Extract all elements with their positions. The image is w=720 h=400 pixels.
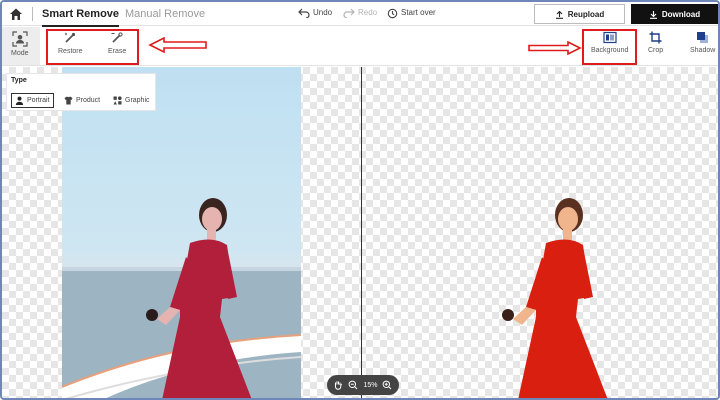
hand-pan-icon[interactable] [333,380,343,390]
zoom-out-icon[interactable] [348,380,358,390]
restore-button[interactable]: Restore [58,31,83,55]
redo-button[interactable]: Redo [343,7,377,19]
start-over-label: Start over [401,8,436,17]
cutout-subject [502,198,608,398]
crop-label: Crop [648,47,664,54]
undo-button[interactable]: Undo [298,7,332,19]
home-icon[interactable] [8,6,24,22]
mode-button[interactable]: Mode [11,31,29,57]
graphic-icon [113,96,122,105]
zoom-control: 15% [327,375,399,395]
restore-label: Restore [58,48,83,55]
history-icon [387,8,398,18]
start-over-button[interactable]: Start over [387,7,436,19]
erase-label: Erase [108,48,127,55]
background-button[interactable]: Background [591,31,628,54]
divider [32,7,33,21]
original-photo-illustration [62,198,301,398]
right-arrow-annotation [528,41,582,55]
type-product-button[interactable]: Product [61,93,103,108]
type-portrait-button[interactable]: Portrait [11,93,54,108]
original-photo [62,67,301,398]
compare-divider[interactable] [361,67,362,398]
zoom-in-icon[interactable] [382,380,392,390]
person-icon [15,96,24,105]
app-window: Smart Remove Manual Remove Undo Redo Sta… [0,0,720,400]
tab-smart-remove[interactable]: Smart Remove [42,7,120,27]
background-icon [603,31,617,44]
left-arrow-annotation [148,37,207,53]
erase-button[interactable]: Erase [108,31,126,55]
redo-icon [343,8,355,18]
shadow-icon [697,32,709,43]
crop-icon [649,31,662,44]
person-select-icon [12,31,28,47]
type-product-label: Product [76,97,101,104]
reupload-button[interactable]: Reupload [534,4,625,24]
shirt-icon [64,96,73,105]
type-title: Type [11,77,27,84]
undo-icon [298,8,310,18]
type-graphic-label: Graphic [125,97,150,104]
tab-manual-remove[interactable]: Manual Remove [125,7,205,21]
tool-bar: Mode Restore Erase Background Crop Shado… [2,27,718,66]
type-panel: Type Portrait Product Graphic [6,73,156,111]
upload-icon [555,10,563,19]
undo-label: Undo [313,8,333,17]
type-graphic-button[interactable]: Graphic [110,93,153,108]
download-label: Download [661,9,701,19]
crop-button[interactable]: Crop [648,31,663,54]
redo-label: Redo [358,8,378,17]
zoom-level: 15% [363,381,378,389]
background-label: Background [591,47,629,54]
shadow-label: Shadow [690,47,716,54]
download-button[interactable]: Download [631,4,718,24]
download-icon [649,10,657,19]
mode-label: Mode [11,50,29,57]
restore-brush-icon [65,32,76,43]
reupload-label: Reupload [567,9,605,19]
shadow-button[interactable]: Shadow [690,31,715,54]
type-portrait-label: Portrait [27,97,50,104]
top-bar: Smart Remove Manual Remove Undo Redo Sta… [2,2,718,27]
editor-canvas[interactable]: Type Portrait Product Graphic 15% [2,67,718,398]
erase-brush-icon [111,32,123,43]
